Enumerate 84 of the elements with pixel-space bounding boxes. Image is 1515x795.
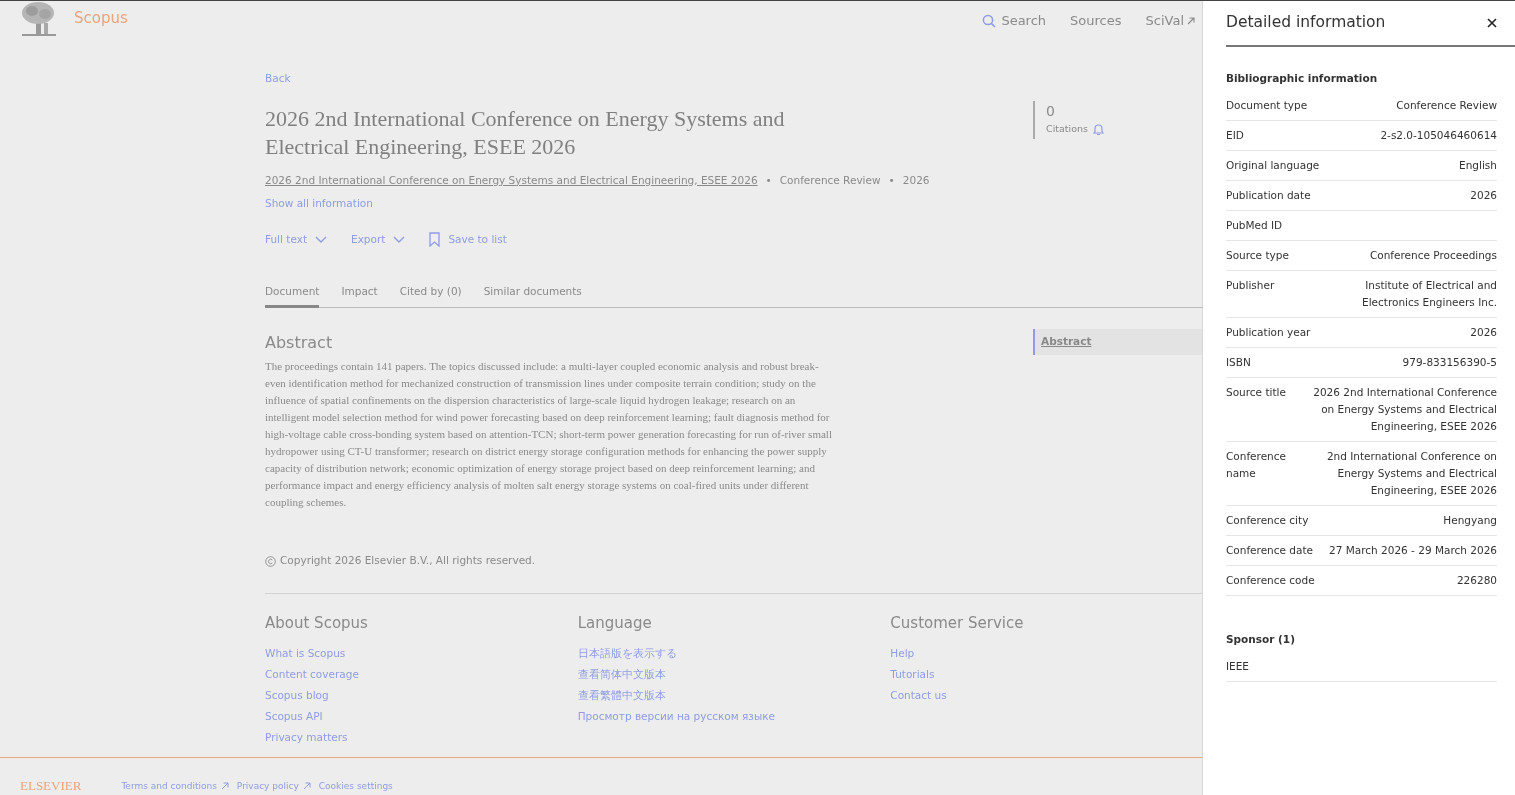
close-button[interactable] [1487,18,1497,28]
footer-link[interactable]: Tutorials [890,664,935,686]
footer-link[interactable]: Scopus API [265,706,323,728]
field-value: 979-833156390-5 [1402,354,1497,370]
document-title: 2026 2nd International Conference on Energy Systems and Electrical Engineering, ESEE 2026 [265,104,786,161]
field-label: Source type [1226,247,1289,263]
field-value: 27 March 2026 - 29 March 2026 [1329,542,1497,558]
external-link-icon [1186,15,1196,26]
sponsor-name: IEEE [1226,658,1249,674]
source-link[interactable]: 2026 2nd International Conference on Energy Systems and Electrical Engineering, ESEE 2026 [265,172,758,189]
field-label: Conference name [1226,448,1287,481]
tree-logo-icon [20,1,58,37]
close-icon [1487,18,1497,28]
footer-link[interactable]: Privacy matters [265,727,348,749]
field-value: Institute of Electrical and Electronics Engineers Inc. [1361,277,1497,310]
field-value: 2-s2.0-105046460614 [1380,127,1497,143]
footer-link[interactable]: Privacy policy [236,779,311,793]
drawer-title: Detailed information [1226,12,1386,34]
field-value: 2026 [1470,324,1497,340]
bookmark-icon [429,232,441,248]
field-label: EID [1226,127,1244,143]
footer-link[interactable]: Content coverage [265,664,359,686]
bullet-separator: • [888,172,895,188]
field-label: ISBN [1226,354,1251,370]
field-label: Source title [1226,384,1287,400]
field-value: Conference Review [1396,97,1497,113]
footer-link[interactable]: Terms and conditions [121,779,229,793]
chevron-down-icon [315,235,327,245]
field-label: Publisher [1226,277,1276,293]
citation-count: 0 [1046,102,1056,121]
footer-link[interactable]: 查看繁體中文版本 [577,685,666,707]
save-link[interactable]: Save to list [429,231,507,248]
field-label: Document type [1226,97,1308,113]
section-heading: Abstract [265,333,334,353]
field-value: 2nd International Conference on Energy Systems and Electrical Engineering, ESEE 2026 [1325,448,1497,498]
back-link[interactable]: Back [265,71,291,87]
abstract-text: The proceedings contain 141 papers. The topics discussed include: a multi-layer coupled economic analysis and robust break-even identification method for mechanized construction of transmission lines under composite terrain condition; study on the influence of spatial confinements on the dispersion characteristics of large-scale liquid hydrogen leakage; research on an intelligent model selection method for wind power forecasting based on deep reinforcement learning; fault diagnosis method for high-voltage cable cross-bonding system based on attention-TCN; short-term power generation forecasting for run of-river small hydropower using CT-U transformer; research on district energy storage configuration methods for enhancing the power supply capacity of distribution network; economic optimization of energy storage project based on deep reinforcement learning; and performance impact and energy efficiency analysis of molten salt energy storage systems on coal-fired units under different coupling schemes. [265,359,833,511]
dropdown-button[interactable]: Full text [265,231,327,248]
footer-link[interactable]: Contact us [890,685,947,707]
search-icon [982,13,997,28]
field-label: Conference city [1226,512,1309,528]
footer-link[interactable]: 查看简体中文版本 [577,664,666,686]
field-value: 2026 2nd International Conference on Energy Systems and Electrical Engineering, ESEE 2026 [1312,384,1497,434]
footer-heading: Language [577,614,653,633]
field-value: English [1459,157,1497,173]
brand-name: Scopus [74,8,128,29]
footer-link[interactable]: Scopus blog [265,685,329,707]
field-label: Publication year [1226,324,1311,340]
footer-heading: About Scopus [265,614,369,633]
field-value: 2026 [1470,187,1497,203]
field-label: Conference date [1226,542,1313,558]
field-value: Hengyang [1443,512,1497,528]
tab[interactable]: Cited by (0) [399,283,462,309]
field-label: Original language [1226,157,1320,173]
citations-label: Citations [1046,122,1088,136]
tab[interactable]: Similar documents [483,283,582,309]
dropdown-button[interactable]: Export [351,231,406,248]
chevron-down-icon [393,235,406,245]
footer-link[interactable]: What is Scopus [265,643,346,665]
copyright-text: Copyright 2026 Elsevier B.V., All rights reserved. [280,553,536,569]
tab[interactable]: Document [265,283,320,309]
tab[interactable]: Impact [341,283,378,309]
field-label: PubMed ID [1226,217,1283,233]
copyright-icon [265,555,276,567]
nav-link[interactable]: Search [982,11,1047,31]
section-heading: Bibliographic information [1226,71,1379,86]
footer-heading: Customer Service [890,614,1025,633]
field-label: Publication date [1226,187,1311,203]
field-value: 226280 [1456,572,1497,588]
bullet-separator: • [765,172,772,188]
elsevier-wordmark: ELSEVIER [20,779,82,793]
show-all-link[interactable]: Show all information [265,196,373,212]
publication-year: 2026 [902,172,930,188]
field-label: Conference code [1226,572,1315,588]
footer-link[interactable]: Cookies settings [318,779,393,793]
section-heading: Sponsor (1) [1226,631,1296,647]
footer-link[interactable]: Просмотр версии на русском языке [577,706,776,728]
field-value: Conference Proceedings [1369,247,1497,263]
footer-link[interactable]: 日本語版を表示する [577,643,677,665]
outline-link[interactable]: Abstract [1033,329,1202,355]
nav-link[interactable]: Sources [1070,11,1122,31]
nav-link[interactable]: SciVal [1145,11,1196,31]
footer-link[interactable]: Help [890,643,915,665]
document-type: Conference Review [779,172,881,188]
